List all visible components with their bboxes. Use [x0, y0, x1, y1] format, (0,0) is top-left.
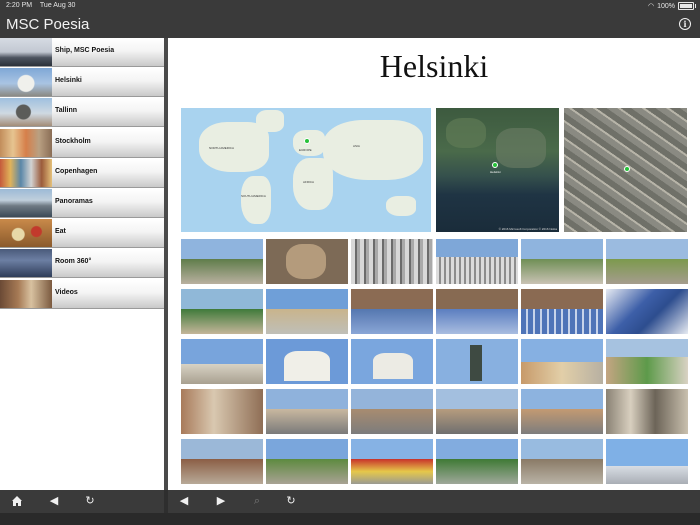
photo-thumbnail[interactable]: [351, 389, 433, 434]
photo-thumbnail[interactable]: [521, 389, 603, 434]
photo-thumbnail[interactable]: [181, 339, 263, 384]
photo-thumbnail[interactable]: [436, 389, 518, 434]
location-pin[interactable]: [624, 166, 630, 172]
sidebar-item-ship[interactable]: Ship, MSC Poesia: [0, 38, 164, 67]
photo-thumbnail[interactable]: [606, 239, 688, 284]
page-title: Helsinki: [379, 48, 489, 84]
sidebar-item-label: Eat: [55, 228, 66, 236]
photo-thumbnail[interactable]: [436, 239, 518, 284]
battery-icon: [678, 2, 696, 10]
photo-thumbnail[interactable]: [181, 389, 263, 434]
search-icon[interactable]: ⌕: [250, 494, 264, 508]
photo-thumbnail[interactable]: [436, 439, 518, 484]
wifi-icon: ◠: [647, 3, 655, 10]
info-icon[interactable]: i: [679, 18, 691, 30]
photo-thumbnail[interactable]: [351, 289, 433, 334]
city-satellite-map[interactable]: [564, 108, 687, 232]
photo-thumbnail[interactable]: [606, 389, 688, 434]
status-date: Tue Aug 30: [39, 2, 76, 9]
sidebar-item-label: Copenhagen: [55, 167, 98, 175]
sidebar-item-label: Stockholm: [55, 137, 91, 145]
status-bar: 2:20 PM Tue Aug 30 ◠ 100%: [0, 0, 700, 12]
map-label: ASIA: [353, 144, 360, 148]
photo-thumbnail[interactable]: [181, 439, 263, 484]
photo-thumbnail[interactable]: [521, 239, 603, 284]
sidebar-item-room360[interactable]: Room 360°: [0, 249, 164, 279]
photo-thumbnail[interactable]: [606, 289, 688, 334]
room360-thumbnail: [0, 249, 52, 278]
greenland-shape: [256, 110, 284, 132]
stockholm-thumbnail: [0, 128, 52, 157]
photo-thumbnail[interactable]: [521, 439, 603, 484]
sidebar-item-label: Room 360°: [55, 258, 92, 266]
toolbar-divider: [164, 490, 168, 513]
eat-thumbnail: [0, 219, 52, 248]
battery-percent: 100%: [657, 2, 675, 10]
sidebar-item-helsinki[interactable]: Helsinki: [0, 68, 164, 98]
photo-thumbnail[interactable]: [266, 339, 348, 384]
forward-icon[interactable]: ▶: [214, 494, 228, 508]
map-label: SOUTH AMERICA: [241, 194, 266, 198]
asia-shape: [323, 120, 423, 180]
helsinki-thumbnail: [0, 68, 52, 97]
back-icon[interactable]: ◀: [47, 494, 61, 508]
photo-thumbnail[interactable]: [266, 289, 348, 334]
photo-thumbnail[interactable]: [436, 289, 518, 334]
photo-thumbnail[interactable]: [351, 439, 433, 484]
sidebar-item-label: Panoramas: [55, 197, 93, 205]
videos-thumbnail: [0, 279, 52, 308]
photo-thumbnail[interactable]: [521, 339, 603, 384]
sidebar-item-tallinn[interactable]: Tallinn: [0, 98, 164, 128]
bottom-toolbar: ◀ ↻ ◀ ▶ ⌕ ↻: [0, 490, 700, 513]
photo-thumbnail[interactable]: [606, 339, 688, 384]
satellite-map[interactable]: Helsinki © 2016 Microsoft Corporation © …: [436, 108, 559, 232]
sidebar-item-eat[interactable]: Eat: [0, 219, 164, 249]
reload-icon[interactable]: ↻: [83, 494, 97, 508]
panoramas-thumbnail: [0, 188, 52, 217]
tallinn-thumbnail: [0, 98, 52, 127]
sidebar-item-copenhagen[interactable]: Copenhagen: [0, 158, 164, 188]
back-icon[interactable]: ◀: [177, 494, 191, 508]
reload-icon[interactable]: ↻: [284, 494, 298, 508]
map-label: NORTH AMERICA: [209, 146, 234, 150]
photo-thumbnail[interactable]: [181, 289, 263, 334]
photo-thumbnail[interactable]: [521, 289, 603, 334]
photo-thumbnail[interactable]: [181, 239, 263, 284]
status-time: 2:20 PM: [6, 2, 33, 9]
main-content: Helsinki NORTH AMERICA EUROPE ASIA AFRIC…: [168, 38, 700, 490]
sidebar: Ship, MSC Poesia Helsinki Tallinn Stockh…: [0, 38, 164, 490]
map-label: Helsinki: [490, 170, 501, 174]
photo-thumbnail[interactable]: [436, 339, 518, 384]
map-label: EUROPE: [299, 148, 312, 152]
sidebar-item-label: Tallinn: [55, 107, 78, 115]
sidebar-item-label: Videos: [55, 288, 78, 296]
location-pin[interactable]: [492, 162, 498, 168]
photo-thumbnail[interactable]: [266, 389, 348, 434]
sidebar-item-panoramas[interactable]: Panoramas: [0, 188, 164, 218]
australia-shape: [386, 196, 416, 216]
map-copyright: © 2016 Microsoft Corporation © 2016 Noki…: [498, 227, 557, 231]
sidebar-item-stockholm[interactable]: Stockholm: [0, 128, 164, 158]
title-bar: MSC Poesia i: [0, 12, 700, 38]
south-america-shape: [241, 176, 271, 224]
world-map[interactable]: NORTH AMERICA EUROPE ASIA AFRICA SOUTH A…: [181, 108, 431, 232]
sidebar-item-label: Helsinki: [55, 77, 82, 85]
photo-thumbnail[interactable]: [266, 239, 348, 284]
africa-shape: [293, 158, 333, 210]
sidebar-item-videos[interactable]: Videos: [0, 279, 164, 309]
ship-thumbnail: [0, 38, 52, 66]
copenhagen-thumbnail: [0, 158, 52, 187]
home-icon[interactable]: [10, 494, 24, 508]
home-indicator-area: [0, 513, 700, 525]
sidebar-item-label: Ship, MSC Poesia: [55, 47, 115, 54]
app-title: MSC Poesia: [6, 16, 90, 33]
map-label: AFRICA: [303, 180, 315, 184]
photo-thumbnail[interactable]: [266, 439, 348, 484]
photo-thumbnail[interactable]: [351, 239, 433, 284]
photo-thumbnail[interactable]: [351, 339, 433, 384]
photo-thumbnail[interactable]: [606, 439, 688, 484]
location-pin[interactable]: [304, 138, 310, 144]
